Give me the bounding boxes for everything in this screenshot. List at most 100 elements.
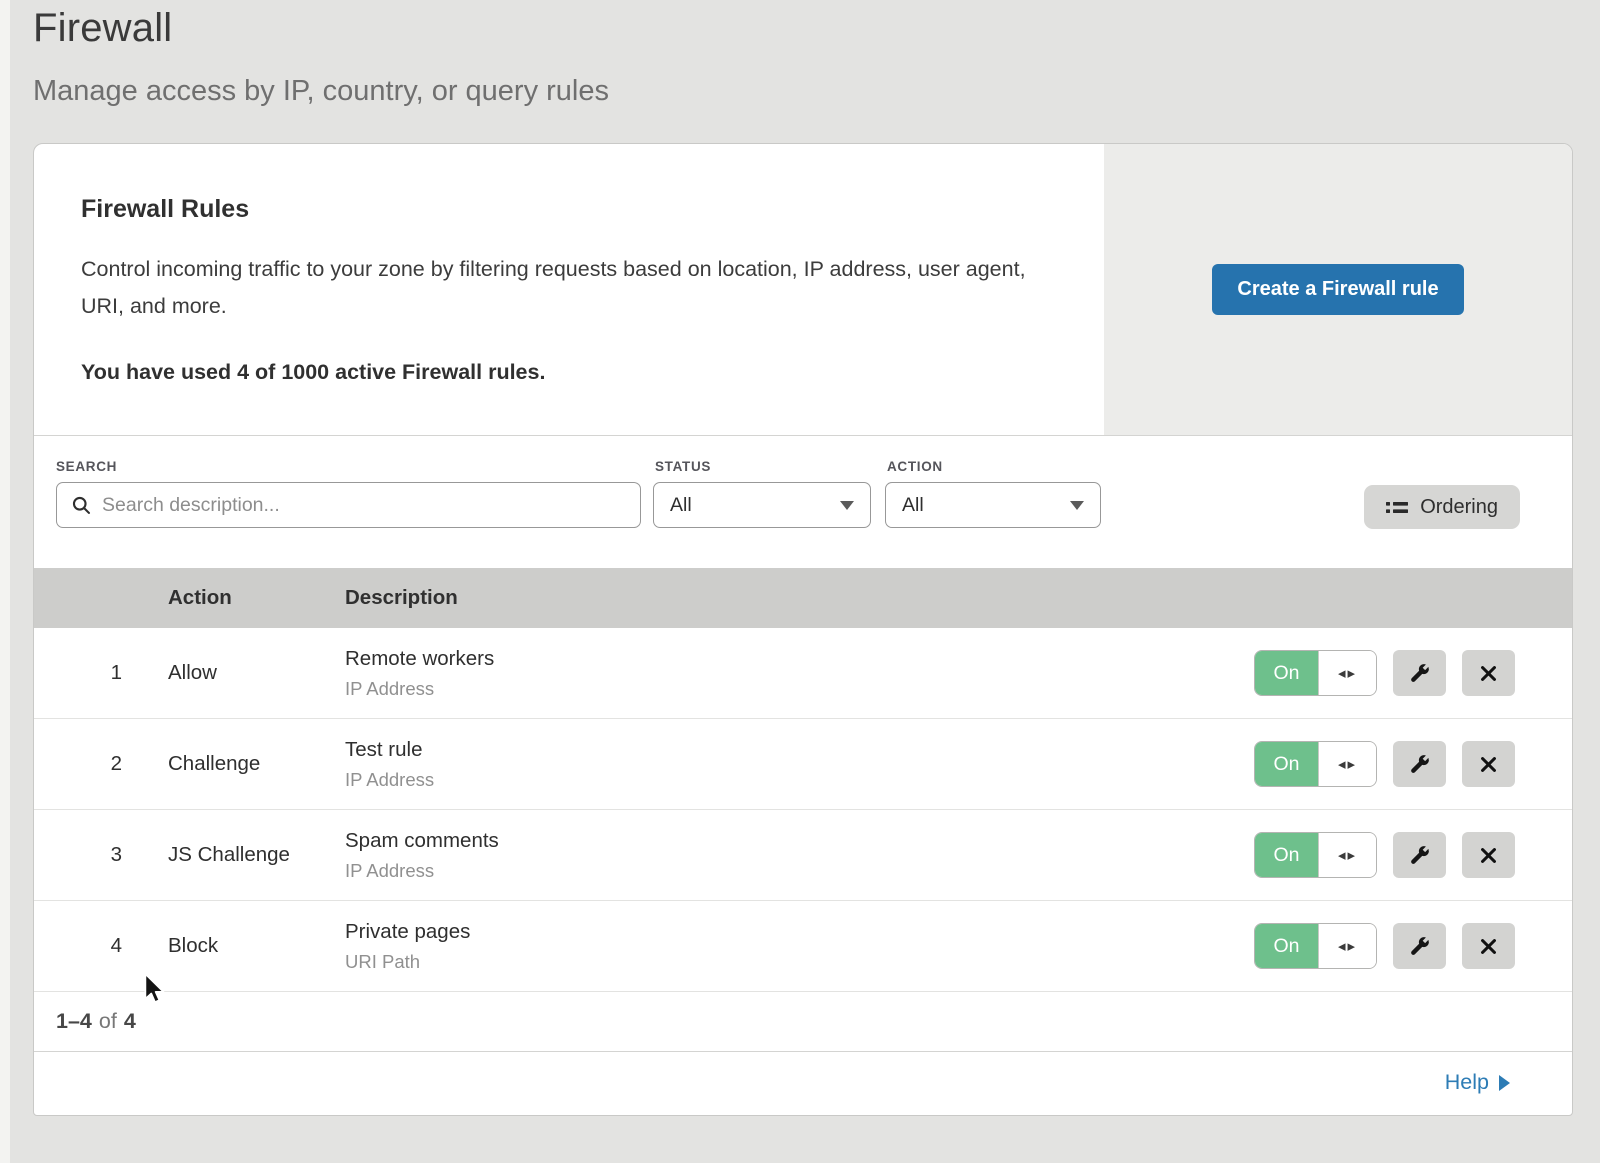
toggle-on-state[interactable]: On — [1255, 924, 1318, 968]
wrench-icon — [1408, 935, 1431, 958]
rule-enable-toggle[interactable]: On ◂▸ — [1254, 650, 1377, 696]
ordering-button-label: Ordering — [1420, 496, 1498, 519]
rule-controls: On ◂▸ — [1254, 741, 1572, 787]
pagination-range: 1–4 — [56, 1009, 92, 1034]
toggle-on-state[interactable]: On — [1255, 651, 1318, 695]
chevron-down-icon — [1070, 501, 1084, 510]
action-column-header: Action — [168, 586, 345, 610]
rule-description: Spam comments — [345, 829, 1254, 853]
card-heading: Firewall Rules — [81, 195, 1064, 224]
help-link[interactable]: Help — [1445, 1070, 1510, 1095]
rule-description: Remote workers — [345, 647, 1254, 671]
toggle-arrows-icon[interactable]: ◂▸ — [1318, 742, 1376, 786]
rule-enable-toggle[interactable]: On ◂▸ — [1254, 741, 1377, 787]
delete-rule-button[interactable] — [1462, 832, 1515, 878]
rule-action: JS Challenge — [168, 843, 345, 867]
create-firewall-rule-button[interactable]: Create a Firewall rule — [1212, 264, 1463, 315]
table-row: 1 Allow Remote workers IP Address On ◂▸ — [34, 628, 1572, 719]
pagination-of: of — [99, 1009, 117, 1034]
wrench-icon — [1408, 844, 1431, 867]
rule-description: Private pages — [345, 920, 1254, 944]
close-icon — [1479, 846, 1498, 865]
toggle-arrows-icon[interactable]: ◂▸ — [1318, 651, 1376, 695]
help-link-label: Help — [1445, 1070, 1489, 1095]
rule-action: Block — [168, 934, 345, 958]
card-aside: Create a Firewall rule — [1104, 144, 1572, 435]
rule-description: Test rule — [345, 738, 1254, 762]
wrench-icon — [1408, 753, 1431, 776]
wrench-icon — [1408, 662, 1431, 685]
status-filter-group: STATUS All — [641, 459, 871, 528]
delete-rule-button[interactable] — [1462, 650, 1515, 696]
pagination-bar: 1–4 of 4 — [34, 992, 1572, 1052]
table-row: 3 JS Challenge Spam comments IP Address … — [34, 810, 1572, 901]
action-select[interactable]: All — [885, 482, 1101, 528]
rule-controls: On ◂▸ — [1254, 923, 1572, 969]
rule-priority: 4 — [34, 934, 168, 958]
filters-bar: SEARCH STATUS All ACTION All — [34, 436, 1572, 568]
page-title: Firewall — [33, 6, 609, 51]
window-edge — [0, 0, 10, 1163]
edit-rule-button[interactable] — [1393, 650, 1446, 696]
card-usage-count: You have used 4 of 1000 active Firewall … — [81, 360, 1064, 385]
action-label: ACTION — [887, 459, 1101, 474]
rule-description-cell: Remote workers IP Address — [345, 647, 1254, 700]
ordering-button[interactable]: Ordering — [1364, 485, 1520, 529]
rule-description-cell: Test rule IP Address — [345, 738, 1254, 791]
search-icon — [71, 495, 92, 516]
toggle-on-state[interactable]: On — [1255, 742, 1318, 786]
close-icon — [1479, 755, 1498, 774]
table-header: Action Description — [34, 568, 1572, 628]
rule-priority: 2 — [34, 752, 168, 776]
status-label: STATUS — [655, 459, 871, 474]
page-subtitle: Manage access by IP, country, or query r… — [33, 75, 609, 108]
cursor-arrow — [141, 973, 169, 1010]
close-icon — [1479, 937, 1498, 956]
rule-controls: On ◂▸ — [1254, 832, 1572, 878]
ordering-list-icon — [1386, 499, 1408, 516]
rule-description-cell: Spam comments IP Address — [345, 829, 1254, 882]
status-select-value: All — [670, 494, 692, 517]
rule-enable-toggle[interactable]: On ◂▸ — [1254, 923, 1377, 969]
rule-match-type: URI Path — [345, 951, 1254, 973]
pagination-total: 4 — [124, 1009, 136, 1034]
table-row: 2 Challenge Test rule IP Address On ◂▸ — [34, 719, 1572, 810]
edit-rule-button[interactable] — [1393, 923, 1446, 969]
help-arrow-icon — [1499, 1075, 1510, 1091]
action-select-value: All — [902, 494, 924, 517]
rule-action: Allow — [168, 661, 345, 685]
chevron-down-icon — [840, 501, 854, 510]
rule-priority: 3 — [34, 843, 168, 867]
table-row: 4 Block Private pages URI Path On ◂▸ — [34, 901, 1572, 992]
firewall-rules-card-text: Firewall Rules Control incoming traffic … — [34, 144, 1104, 435]
rule-controls: On ◂▸ — [1254, 650, 1572, 696]
edit-rule-button[interactable] — [1393, 741, 1446, 787]
search-filter-group: SEARCH — [56, 459, 641, 528]
delete-rule-button[interactable] — [1462, 923, 1515, 969]
rule-match-type: IP Address — [345, 769, 1254, 791]
delete-rule-button[interactable] — [1462, 741, 1515, 787]
toggle-arrows-icon[interactable]: ◂▸ — [1318, 833, 1376, 877]
toggle-on-state[interactable]: On — [1255, 833, 1318, 877]
rule-action: Challenge — [168, 752, 345, 776]
search-label: SEARCH — [56, 459, 641, 474]
card-description: Control incoming traffic to your zone by… — [81, 251, 1026, 325]
page-header: Firewall Manage access by IP, country, o… — [33, 6, 609, 108]
description-column-header: Description — [345, 586, 1572, 610]
rule-match-type: IP Address — [345, 860, 1254, 882]
rule-enable-toggle[interactable]: On ◂▸ — [1254, 832, 1377, 878]
status-select[interactable]: All — [653, 482, 871, 528]
rule-description-cell: Private pages URI Path — [345, 920, 1254, 973]
rule-priority: 1 — [34, 661, 168, 685]
search-input[interactable] — [102, 494, 626, 517]
firewall-panel: Firewall Rules Control incoming traffic … — [33, 143, 1573, 1116]
edit-rule-button[interactable] — [1393, 832, 1446, 878]
close-icon — [1479, 664, 1498, 683]
help-bar: Help — [34, 1052, 1572, 1113]
ordering-wrap: Ordering — [1364, 459, 1520, 529]
rule-match-type: IP Address — [345, 678, 1254, 700]
firewall-rules-card: Firewall Rules Control incoming traffic … — [34, 144, 1572, 436]
toggle-arrows-icon[interactable]: ◂▸ — [1318, 924, 1376, 968]
search-box[interactable] — [56, 482, 641, 528]
action-filter-group: ACTION All — [871, 459, 1101, 528]
